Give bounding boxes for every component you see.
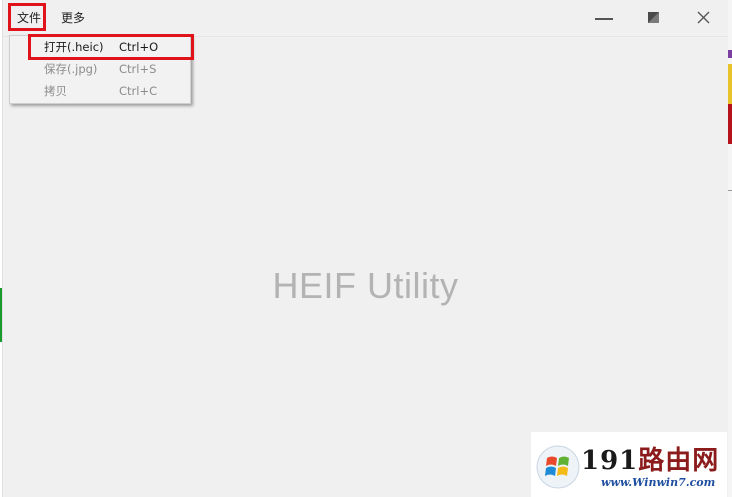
menu-item-shortcut: Ctrl+C [119,84,158,98]
title-bar[interactable]: 文件 更多 [3,0,728,37]
restore-icon [648,12,659,23]
minimize-button[interactable] [590,8,620,28]
watermark-brand: 191路由网 [581,446,720,476]
windows-logo-icon [536,445,580,489]
menu-more[interactable]: 更多 [61,8,85,28]
menu-item-save[interactable]: 保存(.jpg) Ctrl+S [10,58,190,80]
menu-item-label: 拷贝 [44,84,67,98]
watermark-url: www.Winwin7.com [601,476,716,489]
menu-item-copy[interactable]: 拷贝 Ctrl+C [10,80,190,102]
watermark: 191路由网 www.Winwin7.com [531,432,727,497]
restore-button[interactable] [639,8,669,28]
splash-title: HEIF Utility [272,265,459,306]
close-button[interactable] [689,8,719,28]
annotation-highlight-open [28,34,194,60]
close-icon [697,11,710,24]
annotation-highlight-file [8,3,46,31]
menu-item-shortcut: Ctrl+S [119,62,157,76]
menu-item-label: 保存(.jpg) [44,62,98,76]
